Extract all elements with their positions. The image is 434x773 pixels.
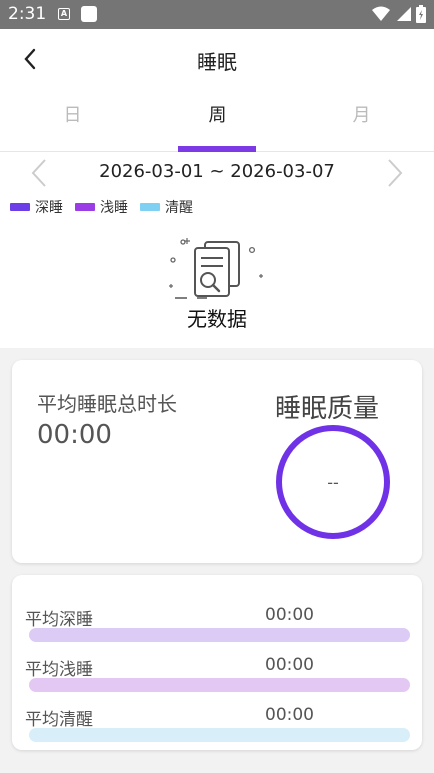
wifi-icon xyxy=(372,6,390,21)
avg-awake-label: 平均清醒 xyxy=(25,710,93,730)
status-time: 2:31 xyxy=(8,4,47,24)
status-bar: 2:31 A xyxy=(0,0,434,29)
legend-swatch-awake xyxy=(140,203,160,211)
stat-row-deep: 平均深睡 00:00 xyxy=(12,585,422,642)
tab-week[interactable]: 周 xyxy=(145,89,290,152)
stat-row-awake: 平均清醒 00:00 xyxy=(12,685,422,742)
avg-awake-value: 00:00 xyxy=(265,705,314,725)
legend-item-light: 浅睡 xyxy=(75,197,128,217)
stat-row-light: 平均浅睡 00:00 xyxy=(12,635,422,692)
legend-item-deep: 深睡 xyxy=(10,197,63,217)
legend-label-awake: 清醒 xyxy=(165,200,193,216)
sleep-quality-label: 睡眠质量 xyxy=(275,394,380,424)
signal-icon xyxy=(397,7,411,21)
legend-label-deep: 深睡 xyxy=(35,200,63,216)
legend-item-awake: 清醒 xyxy=(140,197,193,217)
avg-deep-sleep-label: 平均深睡 xyxy=(25,610,93,630)
avg-deep-sleep-value: 00:00 xyxy=(265,605,314,625)
page-title: 睡眠 xyxy=(197,50,237,74)
sleep-chart-section: 2026-03-01 ~ 2026-03-07 深睡 浅睡 清醒 无数据 xyxy=(0,152,434,348)
avg-total-sleep-value: 00:00 xyxy=(37,420,112,450)
legend-label-light: 浅睡 xyxy=(100,200,128,216)
square-notification-icon xyxy=(81,6,97,22)
a-notification-icon: A xyxy=(58,8,70,20)
chevron-right-icon xyxy=(388,159,403,187)
legend-swatch-deep xyxy=(10,203,30,211)
avg-light-sleep-label: 平均浅睡 xyxy=(25,660,93,680)
period-tabs: 日 周 月 xyxy=(0,89,434,152)
sleep-stats-card: 平均深睡 00:00 平均浅睡 00:00 平均清醒 00:00 xyxy=(12,575,422,750)
no-data-illustration-icon xyxy=(169,238,263,299)
sleep-summary-card: 平均睡眠总时长 00:00 睡眠质量 -- xyxy=(12,360,422,563)
sleep-quality-ring: -- xyxy=(276,425,390,539)
sleep-quality-value: -- xyxy=(327,472,339,492)
app-bar: 睡眠 xyxy=(0,29,434,89)
avg-light-sleep-value: 00:00 xyxy=(265,655,314,675)
avg-total-sleep-label: 平均睡眠总时长 xyxy=(37,392,177,416)
status-icons xyxy=(372,5,426,23)
tab-day[interactable]: 日 xyxy=(0,89,145,152)
battery-icon xyxy=(416,5,426,23)
chart-legend: 深睡 浅睡 清醒 xyxy=(10,197,205,217)
awake-bar xyxy=(29,728,410,742)
tab-month[interactable]: 月 xyxy=(289,89,434,152)
next-week-button[interactable] xyxy=(380,156,410,190)
date-range: 2026-03-01 ~ 2026-03-07 xyxy=(99,161,335,182)
legend-swatch-light xyxy=(75,203,95,211)
no-data-text: 无数据 xyxy=(187,307,247,331)
